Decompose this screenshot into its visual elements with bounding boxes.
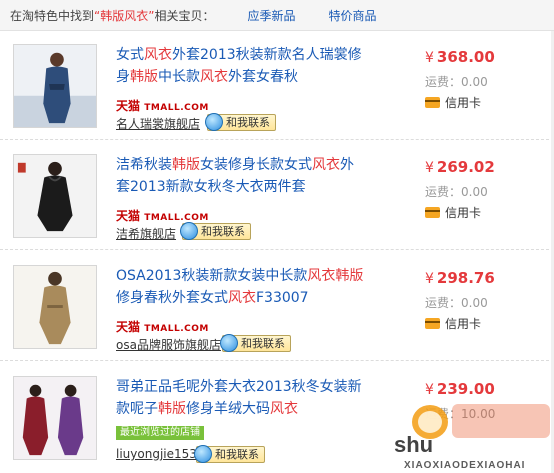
contact-seller-button[interactable]: 和我联系 — [220, 334, 291, 352]
chat-bubble-icon — [194, 445, 212, 463]
shop-name-link[interactable]: osa品牌服饰旗舰店 — [116, 336, 221, 353]
tmall-logo: 天猫 TMALL.COM — [116, 320, 209, 334]
product-item: OSA2013秋装新款女装中长款风衣韩版修身春秋外套女式风衣F33007 天猫 … — [0, 252, 554, 361]
chat-bubble-icon — [180, 222, 198, 240]
tab-seasonal-new[interactable]: 应季新品 — [247, 7, 295, 24]
product-title-link[interactable]: OSA2013秋装新款女装中长款风衣韩版修身春秋外套女式风衣F33007 — [116, 265, 366, 309]
tmall-logo: 天猫 TMALL.COM — [116, 99, 209, 113]
price-value: 269.02 — [436, 158, 495, 176]
divider — [0, 139, 554, 140]
contact-seller-button[interactable]: 和我联系 — [205, 113, 276, 131]
title-text: 修身春秋外套女式 — [116, 290, 228, 306]
title-keyword-highlight: 风衣 — [144, 47, 172, 63]
product-item: 洁希秋装韩版女装修身长款女式风衣外套2013新款女秋冬大衣两件套 天猫 TMAL… — [0, 141, 554, 250]
product-image[interactable] — [13, 44, 97, 128]
title-keyword-highlight: 韩版 — [158, 401, 186, 417]
contact-label: 和我联系 — [215, 448, 259, 461]
title-text: 洁希秋装 — [116, 157, 172, 173]
contact-seller-button[interactable]: 和我联系 — [180, 222, 251, 240]
title-text: 中长款 — [158, 69, 200, 85]
shop-name-link[interactable]: 洁希旗舰店 — [116, 225, 176, 242]
title-text: 女装修身长款女式 — [200, 157, 312, 173]
price: ¥368.00 — [425, 48, 495, 66]
title-text: F33007 — [256, 290, 309, 306]
contact-label: 和我联系 — [226, 116, 270, 129]
product-title-link[interactable]: 哥弟正品毛呢外套大衣2013秋冬女装新款呢子韩版修身羊绒大码风衣 — [116, 376, 366, 420]
title-keyword-highlight: 风衣 — [312, 157, 340, 173]
currency-symbol: ¥ — [425, 50, 434, 66]
credit-card-support: 信用卡 — [425, 94, 481, 111]
summary-suffix: 相关宝贝： — [154, 8, 215, 23]
search-summary: 在淘特色中找到“韩版风衣”相关宝贝： — [10, 7, 214, 24]
price-value: 368.00 — [436, 48, 495, 66]
payment-label: 信用卡 — [445, 206, 482, 220]
price: ¥269.02 — [425, 158, 495, 176]
title-keyword-highlight: 风衣 — [307, 268, 336, 284]
summary-prefix: 在淘特色中找到 — [10, 8, 95, 23]
divider — [0, 360, 554, 361]
tmall-logo: 天猫 TMALL.COM — [116, 209, 209, 223]
currency-symbol: ¥ — [425, 160, 434, 176]
product-image[interactable] — [13, 154, 97, 238]
chat-bubble-icon — [220, 334, 238, 352]
recently-viewed-badge: 最近浏览过的店铺 — [116, 426, 204, 440]
shipping-fee: 运费：10.00 — [425, 407, 496, 421]
contact-seller-button[interactable]: 和我联系 — [194, 445, 265, 463]
product-image[interactable] — [13, 376, 97, 460]
contact-label: 和我联系 — [241, 337, 285, 350]
credit-card-support: 信用卡 — [425, 315, 481, 332]
contact-label: 和我联系 — [201, 225, 245, 238]
credit-card-support: 信用卡 — [425, 204, 481, 221]
tab-special-price[interactable]: 特价商品 — [328, 7, 376, 24]
shop-name-link[interactable]: 名人瑞裳旗舰店 — [116, 115, 200, 132]
product-item: 哥弟正品毛呢外套大衣2013秋冬女装新款呢子韩版修身羊绒大码风衣 最近浏览过的店… — [0, 363, 554, 472]
currency-symbol: ¥ — [425, 271, 434, 287]
search-keyword: “韩版风衣” — [94, 8, 155, 23]
credit-card-icon — [425, 207, 440, 218]
product-title-link[interactable]: 女式风衣外套2013秋装新款名人瑞裳修身韩版中长款风衣外套女春秋 — [116, 44, 366, 88]
product-image[interactable] — [13, 265, 97, 349]
title-keyword-highlight: 风衣 — [200, 69, 228, 85]
price: ¥298.76 — [425, 269, 495, 287]
title-keyword-highlight: 韩版 — [130, 69, 158, 85]
credit-card-icon — [425, 318, 440, 329]
chat-bubble-icon — [205, 113, 223, 131]
shipping-fee: 运费：0.00 — [425, 185, 488, 199]
price-value: 298.76 — [436, 269, 495, 287]
search-result-header: 在淘特色中找到“韩版风衣”相关宝贝： 应季新品 特价商品 — [0, 0, 554, 31]
shop-name-link[interactable]: liuyongjie153 — [116, 447, 197, 461]
product-item: 女式风衣外套2013秋装新款名人瑞裳修身韩版中长款风衣外套女春秋 天猫 TMAL… — [0, 31, 554, 140]
divider — [0, 249, 554, 250]
title-text: 女式 — [116, 47, 144, 63]
credit-card-icon — [425, 97, 440, 108]
payment-label: 信用卡 — [445, 96, 482, 110]
shipping-fee: 运费：0.00 — [425, 75, 488, 89]
price-value: 239.00 — [436, 380, 495, 398]
title-text: 修身羊绒大码 — [186, 401, 270, 417]
title-text: 外套女春秋 — [228, 69, 298, 85]
price: ¥239.00 — [425, 380, 495, 398]
title-keyword-highlight: 韩版 — [172, 157, 200, 173]
shipping-fee: 运费：0.00 — [425, 296, 488, 310]
product-title-link[interactable]: 洁希秋装韩版女装修身长款女式风衣外套2013新款女秋冬大衣两件套 — [116, 154, 366, 198]
payment-label: 信用卡 — [445, 317, 482, 331]
title-keyword-highlight: 韩版 — [335, 268, 364, 284]
title-keyword-highlight: 风衣 — [270, 401, 298, 417]
title-text: OSA2013秋装新款女装中长款 — [116, 268, 308, 284]
title-keyword-highlight: 风衣 — [228, 290, 256, 306]
currency-symbol: ¥ — [425, 382, 434, 398]
